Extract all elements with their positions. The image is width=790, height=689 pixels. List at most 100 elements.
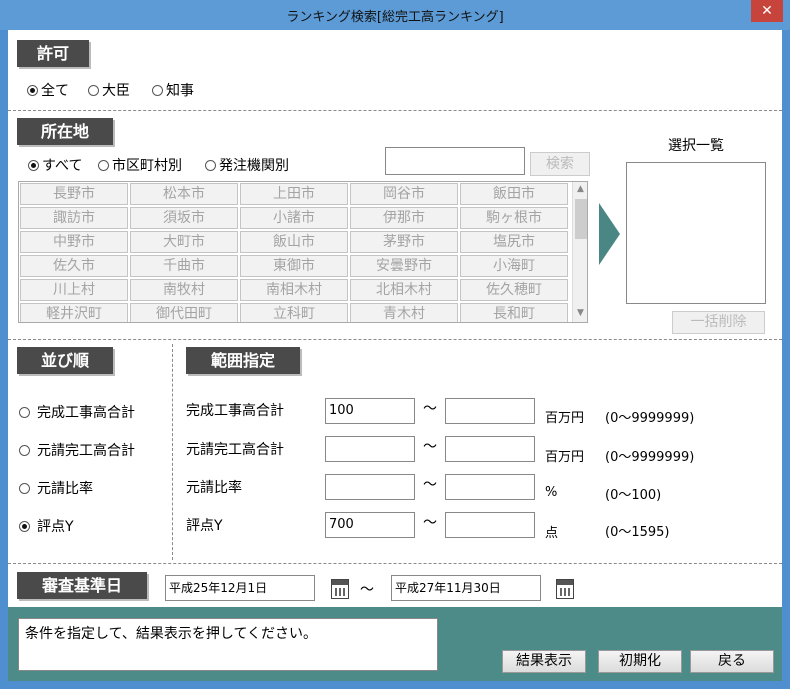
unit-label: 百万円 — [545, 411, 585, 426]
city-cell[interactable]: 千曲市 — [130, 255, 238, 277]
range-label-hyoten: 評点Y — [186, 518, 223, 534]
city-cell[interactable]: 青木村 — [350, 303, 458, 322]
city-cell[interactable]: 長和町 — [460, 303, 568, 322]
title-bar: ランキング検索[総完工高ランキング] ✕ — [0, 0, 790, 30]
city-cell[interactable]: 上田市 — [240, 183, 348, 205]
range-hint: (0～9999999) — [605, 411, 695, 426]
range-hyoten-to[interactable] — [445, 512, 535, 538]
scroll-down-icon[interactable]: ▼ — [573, 306, 587, 321]
city-cell[interactable]: 南牧村 — [130, 279, 238, 301]
sort-radio-motouke[interactable]: 元請完工高合計 — [19, 440, 135, 460]
range-hyoten-from[interactable]: 700 — [325, 512, 415, 538]
kyoka-radio-daijin[interactable]: 大臣 — [88, 80, 130, 100]
date-to-input[interactable]: 平成27年11月30日 — [391, 575, 541, 601]
selection-list[interactable] — [626, 162, 766, 304]
radio-icon — [19, 482, 30, 494]
show-results-button[interactable]: 結果表示 — [502, 650, 586, 673]
city-search-button[interactable]: 検索 — [530, 152, 590, 176]
city-cell[interactable]: 岡谷市 — [350, 183, 458, 205]
close-button[interactable]: ✕ — [751, 0, 783, 22]
city-search-input[interactable] — [385, 147, 525, 175]
city-cell[interactable]: 伊那市 — [350, 207, 458, 229]
unit-label: % — [545, 485, 558, 500]
divider — [8, 563, 782, 564]
footer-bar: 条件を指定して、結果表示を押してください。 結果表示 初期化 戻る — [8, 607, 782, 681]
back-button[interactable]: 戻る — [690, 650, 774, 673]
divider — [172, 344, 173, 560]
radio-icon — [98, 159, 109, 171]
city-cell[interactable]: 川上村 — [20, 279, 128, 301]
tilde: ～ — [423, 401, 437, 417]
city-cell[interactable]: 茅野市 — [350, 231, 458, 253]
range-hint: (0～1595) — [605, 525, 670, 540]
range-motouke-to[interactable] — [445, 436, 535, 462]
city-cell[interactable]: 駒ヶ根市 — [460, 207, 568, 229]
kyoka-radio-chiji[interactable]: 知事 — [152, 80, 194, 100]
kyoka-header: 許可 — [17, 40, 89, 67]
clear-all-button[interactable]: 一括削除 — [672, 311, 765, 334]
city-cell[interactable]: 松本市 — [130, 183, 238, 205]
radio-selected-icon — [27, 84, 38, 96]
range-label-kansei: 完成工事高合計 — [186, 403, 284, 419]
radio-icon — [19, 406, 30, 418]
range-kansei-from[interactable]: 100 — [325, 398, 415, 424]
dialog-body: 許可 全て 大臣 知事 所在地 すべて 市区町村別 発注機関別 検索 長和町 青木… — [8, 30, 782, 681]
range-label-motouke: 元請完工高合計 — [186, 442, 284, 458]
date-from-input[interactable]: 平成25年12月1日 — [165, 575, 315, 601]
reset-button[interactable]: 初期化 — [598, 650, 682, 673]
radio-selected-icon — [19, 520, 30, 532]
city-cell[interactable]: 飯田市 — [460, 183, 568, 205]
city-cell[interactable]: 中野市 — [20, 231, 128, 253]
scrollbar-thumb[interactable] — [575, 199, 587, 239]
sort-radio-kansei[interactable]: 完成工事高合計 — [19, 402, 135, 422]
city-cell[interactable]: 御代田町 — [130, 303, 238, 322]
unit-label: 百万円 — [545, 450, 585, 465]
city-cell[interactable]: 東御市 — [240, 255, 348, 277]
radio-icon — [19, 444, 30, 456]
city-cell[interactable]: 諏訪市 — [20, 207, 128, 229]
city-cell[interactable]: 立科町 — [240, 303, 348, 322]
city-cell[interactable]: 塩尻市 — [460, 231, 568, 253]
city-cell[interactable]: 軽井沢町 — [20, 303, 128, 322]
city-list[interactable]: 長和町 青木村 立科町 御代田町 軽井沢町 佐久穂町 北相木村 南相木村 南牧村 川上村 小海町 安曇… — [18, 181, 588, 323]
radio-selected-icon — [28, 159, 39, 171]
range-hiritsu-from[interactable] — [325, 474, 415, 500]
city-cell[interactable]: 佐久穂町 — [460, 279, 568, 301]
city-cell[interactable]: 小海町 — [460, 255, 568, 277]
city-cell[interactable]: 大町市 — [130, 231, 238, 253]
unit-label: 点 — [545, 526, 559, 541]
sort-radio-hyoten[interactable]: 評点Y — [19, 516, 74, 536]
range-header: 範囲指定 — [186, 347, 300, 374]
scroll-up-icon[interactable]: ▲ — [573, 182, 587, 197]
kyoka-radio-all[interactable]: 全て — [27, 80, 69, 100]
city-cell[interactable]: 長野市 — [20, 183, 128, 205]
range-kansei-to[interactable] — [445, 398, 535, 424]
sort-radio-hiritsu[interactable]: 元請比率 — [19, 478, 93, 498]
city-cell[interactable]: 佐久市 — [20, 255, 128, 277]
range-motouke-from[interactable] — [325, 436, 415, 462]
radio-icon — [205, 159, 216, 171]
city-cell[interactable]: 飯山市 — [240, 231, 348, 253]
tilde: ～ — [360, 582, 374, 598]
city-cell[interactable]: 須坂市 — [130, 207, 238, 229]
divider — [8, 110, 782, 111]
scrollbar[interactable]: ▲ ▼ — [572, 182, 587, 322]
range-hint: (0～100) — [605, 488, 662, 503]
calendar-icon[interactable] — [331, 579, 349, 599]
calendar-icon[interactable] — [556, 579, 574, 599]
city-cell[interactable]: 南相木村 — [240, 279, 348, 301]
shozaichi-radio-all[interactable]: すべて — [28, 155, 82, 175]
range-label-hiritsu: 元請比率 — [186, 480, 242, 496]
radio-icon — [152, 84, 163, 96]
range-hiritsu-to[interactable] — [445, 474, 535, 500]
city-cell[interactable]: 小諸市 — [240, 207, 348, 229]
shozaichi-radio-city[interactable]: 市区町村別 — [98, 155, 182, 175]
sort-header: 並び順 — [17, 347, 113, 374]
shozaichi-radio-agency[interactable]: 発注機関別 — [205, 155, 289, 175]
tilde: ～ — [423, 439, 437, 455]
city-cell[interactable]: 安曇野市 — [350, 255, 458, 277]
shozaichi-header: 所在地 — [17, 118, 113, 145]
message-box: 条件を指定して、結果表示を押してください。 — [18, 618, 438, 671]
city-cell[interactable]: 北相木村 — [350, 279, 458, 301]
divider — [8, 339, 782, 340]
